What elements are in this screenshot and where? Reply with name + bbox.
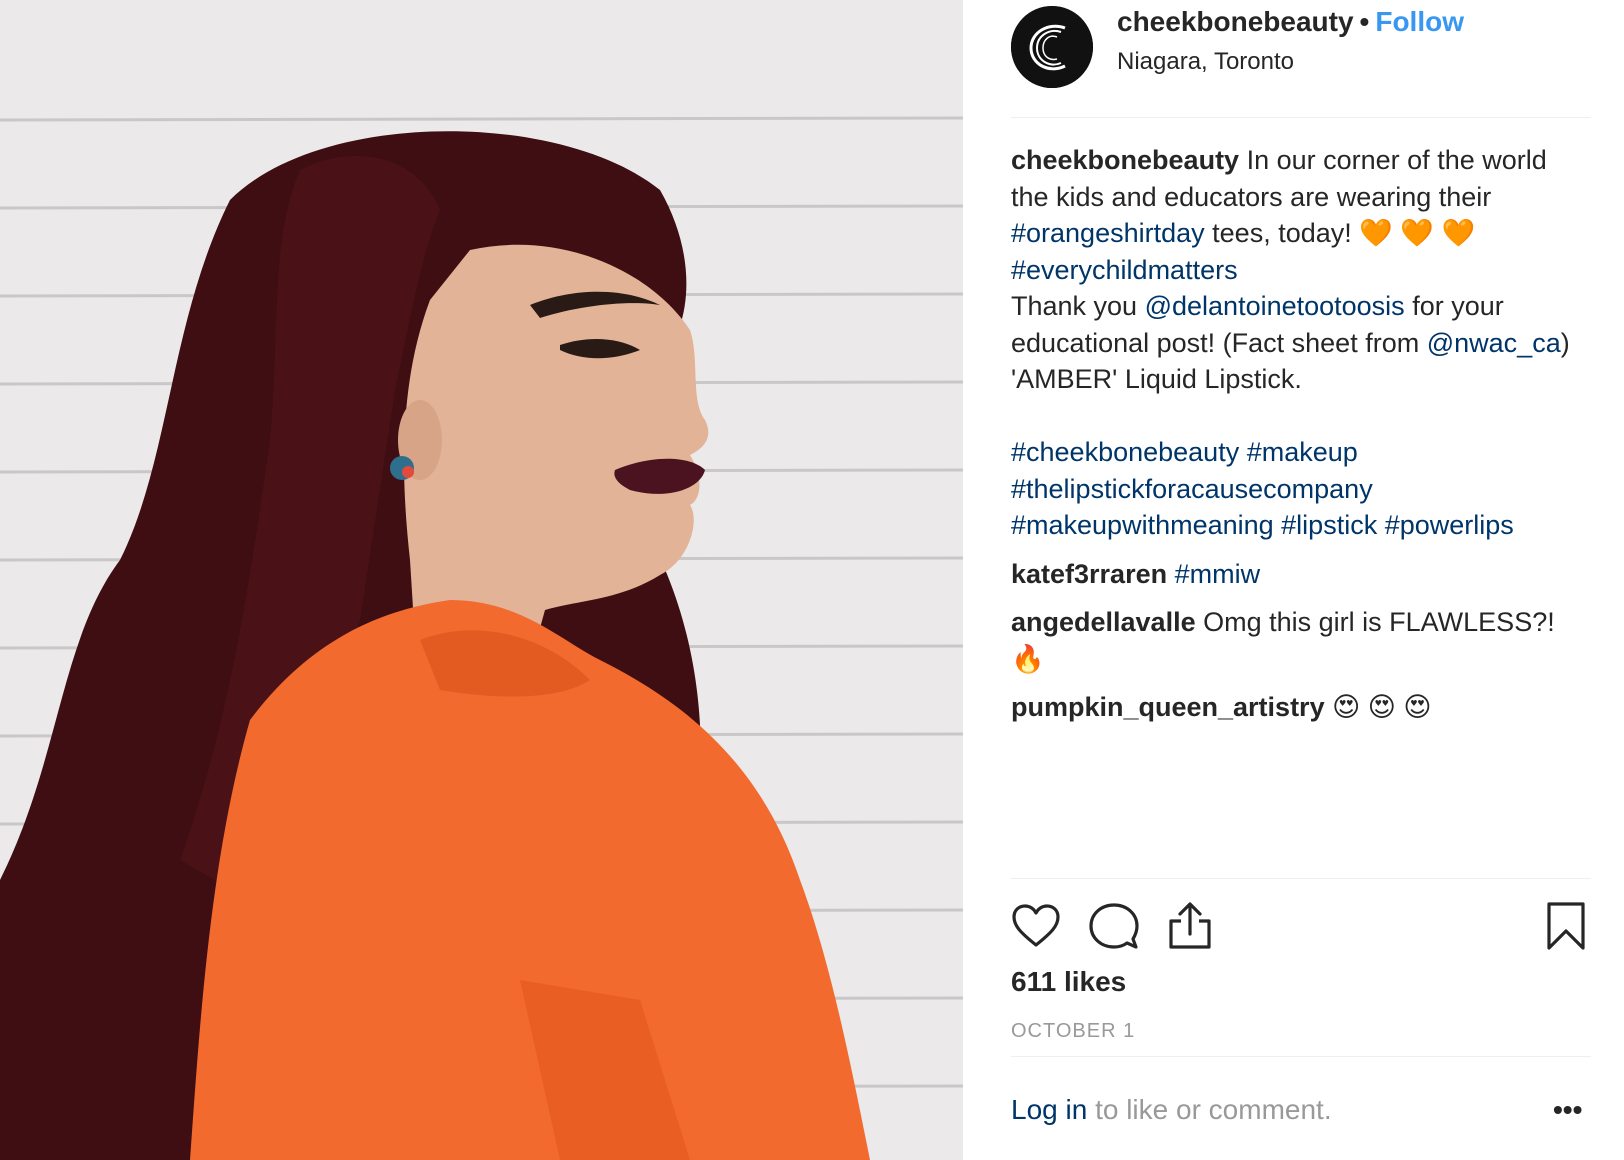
header-user-row: cheekbonebeauty • Follow xyxy=(1117,6,1464,38)
like-button[interactable] xyxy=(1011,901,1061,951)
brand-logo-icon xyxy=(1011,6,1093,88)
comment-item: pumpkin_queen_artistry 😍 😍 😍 xyxy=(1011,689,1591,726)
caption-text-3: Thank you xyxy=(1011,291,1138,321)
comment-username[interactable]: katef3rraren xyxy=(1011,559,1167,589)
divider xyxy=(1011,1056,1591,1057)
post-image xyxy=(0,0,963,1160)
bookmark-icon xyxy=(1547,902,1585,950)
more-options-button[interactable]: ••• xyxy=(1553,1094,1582,1126)
comment-username[interactable]: angedellavalle xyxy=(1011,607,1196,637)
comment-item: katef3rraren #mmiw xyxy=(1011,556,1591,593)
hashtag-link[interactable]: #orangeshirtday xyxy=(1011,218,1205,248)
header-username[interactable]: cheekbonebeauty xyxy=(1117,6,1354,37)
comment-button[interactable] xyxy=(1089,901,1139,951)
avatar[interactable] xyxy=(1011,6,1093,88)
post-sidebar: cheekbonebeauty • Follow Niagara, Toronto … xyxy=(963,0,1624,1160)
hashtag-link[interactable]: #mmiw xyxy=(1175,559,1261,589)
header-separator: • xyxy=(1359,6,1370,37)
login-prompt: Log in to like or comment. xyxy=(1011,1094,1332,1126)
save-button[interactable] xyxy=(1541,901,1591,951)
caption-username[interactable]: cheekbonebeauty xyxy=(1011,145,1239,175)
comment-username[interactable]: pumpkin_queen_artistry xyxy=(1011,692,1325,722)
login-link[interactable]: Log in xyxy=(1011,1094,1087,1125)
mention-link[interactable]: @delantoinetootoosis xyxy=(1145,291,1405,321)
login-text: to like or comment. xyxy=(1095,1094,1332,1125)
share-icon xyxy=(1169,902,1211,949)
post-container: cheekbonebeauty • Follow Niagara, Toronto … xyxy=(0,0,1624,1160)
post-photo[interactable] xyxy=(0,0,963,1160)
heart-icon xyxy=(1012,904,1060,947)
comments-list: cheekbonebeauty In our corner of the wor… xyxy=(1011,142,1591,738)
share-button[interactable] xyxy=(1165,901,1215,951)
hashtag-link[interactable]: #everychildmatters xyxy=(1011,255,1238,285)
location-link[interactable]: Niagara, Toronto xyxy=(1117,48,1294,76)
action-bar xyxy=(1011,878,1591,951)
mention-link[interactable]: @nwac_ca xyxy=(1427,328,1561,358)
post-date[interactable]: OCTOBER 1 xyxy=(1011,1020,1135,1043)
comment-icon xyxy=(1089,903,1139,949)
caption-hashtags[interactable]: #cheekbonebeauty #makeup #thelipstickfor… xyxy=(1011,437,1514,540)
caption-text-2: tees, today! 🧡 🧡 🧡 xyxy=(1212,218,1476,248)
follow-button[interactable]: Follow xyxy=(1375,6,1464,37)
post-header: cheekbonebeauty • Follow Niagara, Toronto xyxy=(1011,0,1591,118)
caption: cheekbonebeauty In our corner of the wor… xyxy=(1011,142,1591,544)
comment-item: angedellavalle Omg this girl is FLAWLESS… xyxy=(1011,604,1591,677)
comment-text: 😍 😍 😍 xyxy=(1332,692,1432,722)
likes-count[interactable]: 611 likes xyxy=(1011,966,1126,998)
